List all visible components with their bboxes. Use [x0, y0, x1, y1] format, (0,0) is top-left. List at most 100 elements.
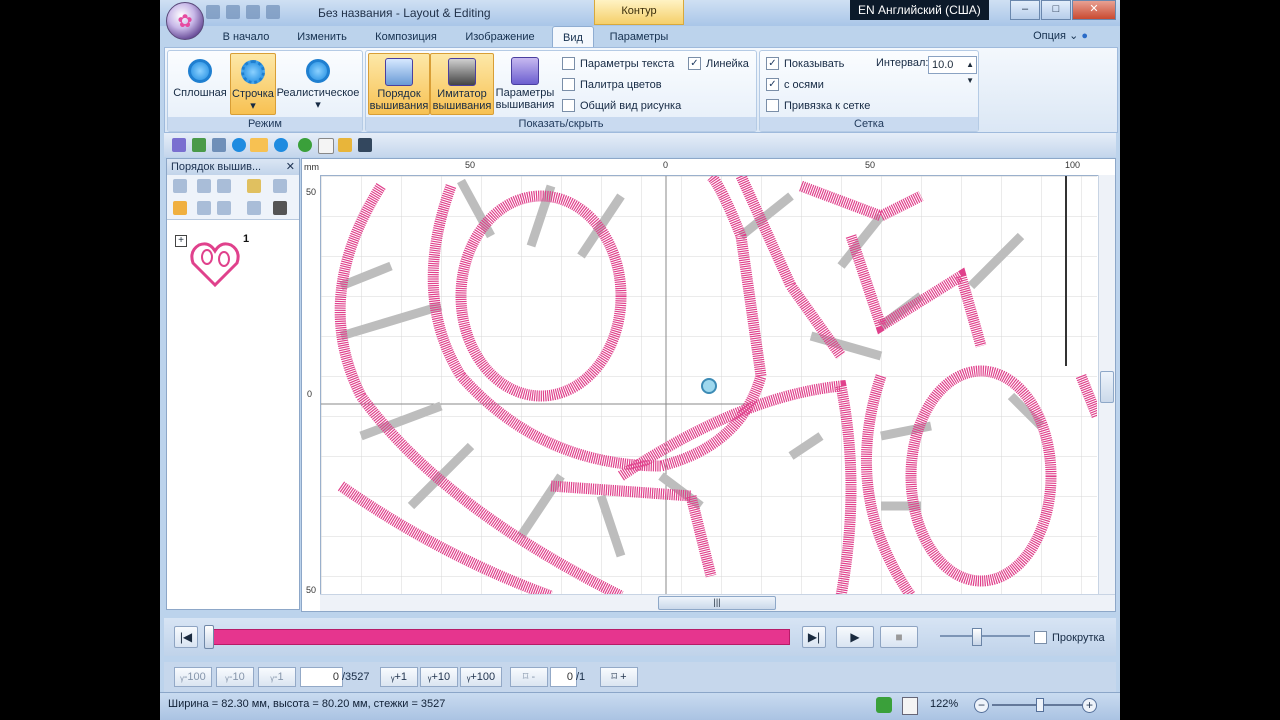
- tab-parameters[interactable]: Параметры: [600, 26, 678, 47]
- stitch-order-icon: [385, 58, 413, 86]
- check-scroll[interactable]: Прокрутка: [1034, 631, 1105, 644]
- back-100-button[interactable]: ᵧ-100: [174, 667, 212, 687]
- checkbox[interactable]: [562, 78, 575, 91]
- tab-image[interactable]: Изображение: [458, 26, 542, 47]
- check-color-palette[interactable]: Палитра цветов: [562, 78, 662, 91]
- move-up-icon[interactable]: [197, 179, 211, 193]
- check-with-axes[interactable]: ✓ с осями: [766, 78, 824, 91]
- hide-icon[interactable]: [273, 179, 287, 193]
- cut-icon[interactable]: [247, 201, 261, 215]
- checkbox-checked[interactable]: ✓: [688, 57, 701, 70]
- stitch-simulator-label-1: Имитатор: [437, 88, 487, 100]
- check-ruler[interactable]: ✓ Линейка: [688, 57, 749, 70]
- stitch-params-button[interactable]: Параметры вышивания: [494, 53, 556, 113]
- check-show-grid[interactable]: ✓ Показывать: [766, 57, 844, 70]
- checkbox[interactable]: [562, 57, 575, 70]
- close-button[interactable]: ✕: [1072, 0, 1116, 20]
- checkbox[interactable]: [562, 99, 575, 112]
- back-1-button[interactable]: ᵧ-1: [258, 667, 296, 687]
- solid-icon[interactable]: [232, 138, 246, 152]
- checkbox[interactable]: [766, 99, 779, 112]
- realistic-icon[interactable]: [274, 138, 288, 152]
- zoom-in-button[interactable]: +: [1082, 698, 1097, 713]
- tab-edit[interactable]: Изменить: [288, 26, 356, 47]
- tab-view[interactable]: Вид: [552, 26, 594, 48]
- zoom-out-button[interactable]: −: [974, 698, 989, 713]
- color-icon[interactable]: [298, 138, 312, 152]
- mode-solid-button[interactable]: Сплошная: [172, 53, 228, 113]
- minimize-button[interactable]: –: [1010, 0, 1040, 20]
- progress-thumb[interactable]: [204, 625, 214, 649]
- back-10-button[interactable]: ᵧ-10: [216, 667, 254, 687]
- speed-slider-thumb[interactable]: [972, 628, 982, 646]
- go-last-button[interactable]: ▶|: [802, 626, 826, 648]
- copy-icon[interactable]: [197, 201, 211, 215]
- options-menu[interactable]: Опция ⌄ ●: [1033, 29, 1088, 42]
- spinner-arrows-icon[interactable]: ▲ ▼: [966, 57, 974, 89]
- forward-10-button[interactable]: ᵧ+10: [420, 667, 458, 687]
- zoom-slider-thumb[interactable]: [1036, 698, 1044, 712]
- forward-100-button[interactable]: ᵧ+100: [460, 667, 502, 687]
- redo-icon[interactable]: [266, 5, 280, 19]
- next-object-button[interactable]: ⌑ +: [600, 667, 638, 687]
- mode-realistic-button[interactable]: Реалистическое ▾: [276, 53, 360, 113]
- edit-icon[interactable]: [192, 138, 206, 152]
- pane-close-icon[interactable]: ✕: [286, 159, 295, 175]
- prev-object-button[interactable]: ⌑ -: [510, 667, 548, 687]
- open-folder-icon[interactable]: [338, 138, 352, 152]
- group-icon[interactable]: [173, 201, 187, 215]
- save-icon[interactable]: [226, 5, 240, 19]
- stitch-order-button[interactable]: Порядок вышивания: [368, 53, 430, 115]
- go-first-button[interactable]: |◀: [174, 626, 198, 648]
- horizontal-scrollbar[interactable]: |||: [320, 594, 1115, 611]
- vscroll-thumb[interactable]: [1100, 371, 1114, 403]
- forward-1-button[interactable]: ᵧ+1: [380, 667, 418, 687]
- tab-composition[interactable]: Композиция: [366, 26, 446, 47]
- pointer-icon[interactable]: [273, 201, 287, 215]
- new-icon[interactable]: [206, 5, 220, 19]
- tab-home[interactable]: В начало: [212, 26, 280, 47]
- move-down-icon[interactable]: [217, 179, 231, 193]
- maximize-button[interactable]: □: [1041, 0, 1071, 20]
- lock-icon[interactable]: [247, 179, 261, 193]
- check-overview[interactable]: Общий вид рисунка: [562, 99, 681, 112]
- help-icon[interactable]: ●: [1081, 30, 1088, 42]
- tree-expander-icon[interactable]: +: [175, 235, 187, 247]
- language-indicator[interactable]: EN Английский (США): [850, 0, 989, 20]
- stitch-progress-bar[interactable]: [208, 629, 790, 645]
- checkbox-checked[interactable]: ✓: [766, 57, 779, 70]
- ok-status-icon[interactable]: [876, 697, 892, 713]
- chevron-down-icon: ▾: [250, 100, 256, 112]
- design-canvas[interactable]: mm 50 0 50 100 50 0 50 |||: [301, 158, 1116, 612]
- page-icon[interactable]: [902, 697, 918, 715]
- mode-stitch-button[interactable]: Строчка ▾: [230, 53, 276, 115]
- embroidery-plot[interactable]: [321, 176, 1097, 596]
- stitch-simulator-button[interactable]: Имитатор вышивания: [430, 53, 494, 115]
- new-file-icon[interactable]: [318, 138, 334, 154]
- checkbox-checked[interactable]: ✓: [766, 78, 779, 91]
- layers-icon[interactable]: [212, 138, 226, 152]
- hscroll-thumb[interactable]: |||: [658, 596, 776, 610]
- paste-icon[interactable]: [217, 201, 231, 215]
- stop-button[interactable]: ■: [880, 626, 918, 648]
- realistic-mode-icon: [306, 59, 330, 83]
- current-object-field[interactable]: 0: [550, 667, 577, 687]
- undo-icon[interactable]: [246, 5, 260, 19]
- speed-slider[interactable]: [940, 628, 1030, 646]
- current-stitch-field[interactable]: 0: [300, 667, 343, 687]
- fit-icon[interactable]: [173, 179, 187, 193]
- save-file-icon[interactable]: [358, 138, 372, 152]
- stitch-icon[interactable]: [250, 138, 268, 152]
- total-objects: /1: [576, 671, 586, 683]
- mode-realistic-label: Реалистическое: [276, 87, 360, 99]
- play-button[interactable]: ▶: [836, 626, 874, 648]
- check-text-params[interactable]: Параметры текста: [562, 57, 674, 70]
- check-snap-grid[interactable]: Привязка к сетке: [766, 99, 870, 112]
- interval-spinner[interactable]: 10.0 ▲ ▼: [928, 56, 977, 85]
- checkbox[interactable]: [1034, 631, 1047, 644]
- zoom-slider[interactable]: [992, 698, 1084, 712]
- design-thumbnail[interactable]: [187, 233, 243, 289]
- view-icon[interactable]: [172, 138, 186, 152]
- vertical-scrollbar[interactable]: [1098, 175, 1115, 595]
- app-menu-orb-icon[interactable]: ✿: [166, 2, 204, 40]
